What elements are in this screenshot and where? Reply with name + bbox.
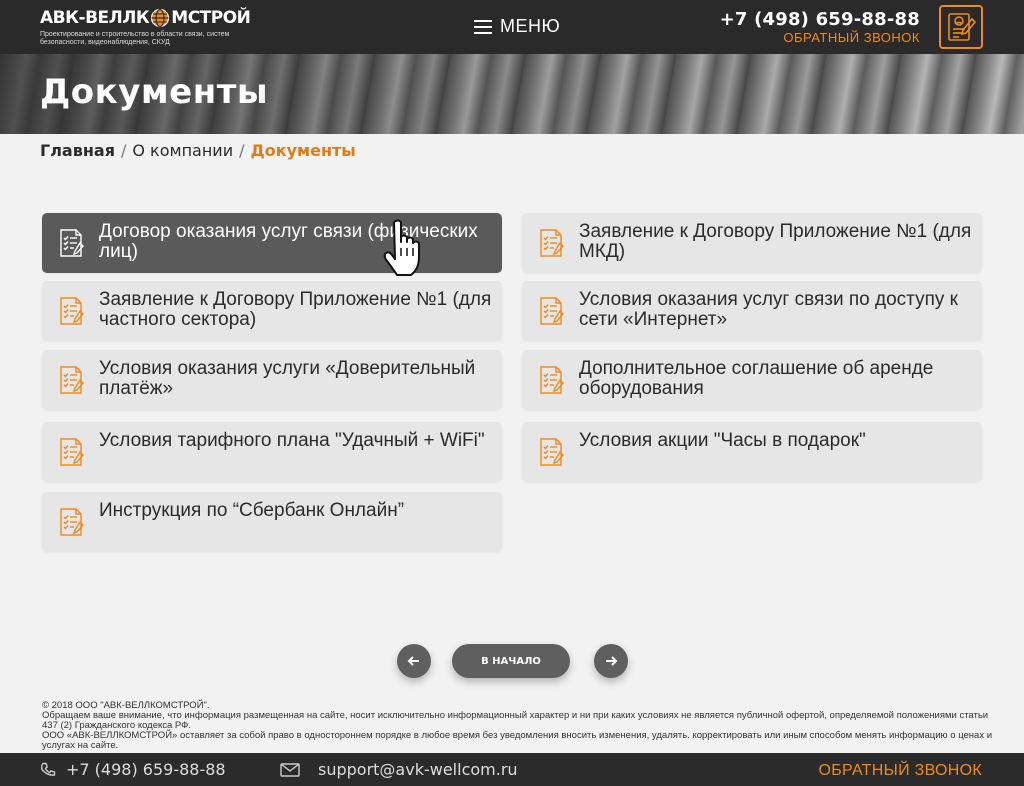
logo-subtitle: Проектирование и строительство в области… (40, 31, 230, 46)
page-title: Документы (40, 72, 269, 112)
next-button[interactable] (594, 644, 628, 678)
breadcrumb-current: Документы (250, 141, 356, 160)
doc-item-trust-payment[interactable]: Условия оказания услуги «Доверительный п… (42, 350, 502, 410)
mail-icon (280, 762, 300, 777)
contract-icon (948, 13, 977, 41)
footer-email[interactable]: support@avk-wellcom.ru (280, 760, 518, 779)
header-phone[interactable]: +7 (498) 659-88-88 (720, 9, 920, 30)
doc-item-label: Заявление к Договору Приложение №1 (для … (579, 221, 972, 262)
phone-icon (40, 762, 56, 776)
prev-button[interactable] (397, 644, 431, 678)
site-footer: +7 (498) 659-88-88 support@avk-wellcom.r… (0, 753, 1024, 786)
doc-item-label: Заявление к Договору Приложение №1 (для … (99, 289, 492, 330)
disclaimer-text: ООО «АВК-ВЕЛЛКОМСТРОЙ» оставляет за собо… (42, 730, 993, 751)
disclaimer-text: Обращаем ваше внимание, что информация р… (42, 710, 989, 731)
menu-label: МЕНЮ (500, 16, 561, 36)
menu-button[interactable]: МЕНЮ (474, 16, 560, 37)
doc-item-application-private[interactable]: Заявление к Договору Приложение №1 (для … (42, 281, 502, 341)
to-start-button[interactable]: В НАЧАЛО (452, 644, 570, 678)
doc-item-equipment-lease[interactable]: Дополнительное соглашение об аренде обор… (522, 350, 982, 410)
logo[interactable]: АВК-ВЕЛЛК МСТРОЙ Проектирование и строит… (40, 8, 270, 47)
footer-callback-link[interactable]: ОБРАТНЫЙ ЗВОНОК (819, 762, 982, 780)
logo-title: АВК-ВЕЛЛК МСТРОЙ (40, 8, 251, 28)
contract-button[interactable] (939, 5, 983, 49)
copyright-block: © 2018 ООО "АВК-ВЕЛЛКОМСТРОЙ". Обращаем … (42, 701, 1002, 751)
document-icon (540, 297, 564, 325)
doc-item-label: Договор оказания услуг связи (физических… (99, 221, 478, 262)
doc-item-application-mkd[interactable]: Заявление к Договору Приложение №1 (для … (522, 213, 982, 273)
doc-item-sberbank-guide[interactable]: Инструкция по “Сбербанк Онлайн” (42, 492, 502, 552)
doc-item-label: Условия оказания услуг связи по доступу … (579, 289, 958, 330)
header-callback-link[interactable]: ОБРАТНЫЙ ЗВОНОК (720, 30, 920, 45)
document-icon (540, 438, 564, 466)
footer-phone-number: +7 (498) 659-88-88 (66, 760, 226, 779)
arrow-right-icon (606, 656, 618, 666)
document-icon (60, 229, 84, 257)
document-icon (60, 366, 84, 394)
document-icon (60, 438, 84, 466)
breadcrumb-home[interactable]: Главная (40, 141, 115, 160)
doc-item-label: Условия оказания услуги «Доверительный п… (99, 358, 476, 399)
breadcrumb-separator: / (120, 141, 127, 160)
globe-icon (151, 8, 170, 28)
breadcrumb-separator: / (239, 141, 245, 160)
header-contacts: +7 (498) 659-88-88 ОБРАТНЫЙ ЗВОНОК (720, 9, 920, 45)
breadcrumb: Главная / О компании / Документы (40, 141, 356, 160)
page-banner: Документы (0, 54, 1024, 134)
doc-item-label: Дополнительное соглашение об аренде обор… (579, 358, 934, 399)
site-header: АВК-ВЕЛЛК МСТРОЙ Проектирование и строит… (0, 0, 1024, 54)
document-icon (60, 508, 84, 536)
document-icon (540, 366, 564, 394)
arrow-left-icon (407, 656, 419, 666)
doc-item-label: Инструкция по “Сбербанк Онлайн” (99, 500, 405, 521)
doc-item-label: Условия акции "Часы в подарок" (579, 430, 866, 451)
doc-item-contract[interactable]: Договор оказания услуг связи (физических… (42, 213, 502, 273)
doc-item-watch-promo[interactable]: Условия акции "Часы в подарок" (522, 422, 982, 482)
doc-item-label: Условия тарифного плана "Удачный + WiFi" (99, 430, 485, 451)
footer-email-address: support@avk-wellcom.ru (318, 760, 518, 779)
hamburger-icon (474, 19, 492, 34)
document-icon (60, 297, 84, 325)
doc-item-tariff-wifi[interactable]: Условия тарифного плана "Удачный + WiFi" (42, 422, 502, 482)
footer-phone[interactable]: +7 (498) 659-88-88 (40, 760, 226, 779)
doc-item-internet-terms[interactable]: Условия оказания услуг связи по доступу … (522, 281, 982, 341)
breadcrumb-about[interactable]: О компании (132, 141, 233, 160)
document-icon (540, 229, 564, 257)
